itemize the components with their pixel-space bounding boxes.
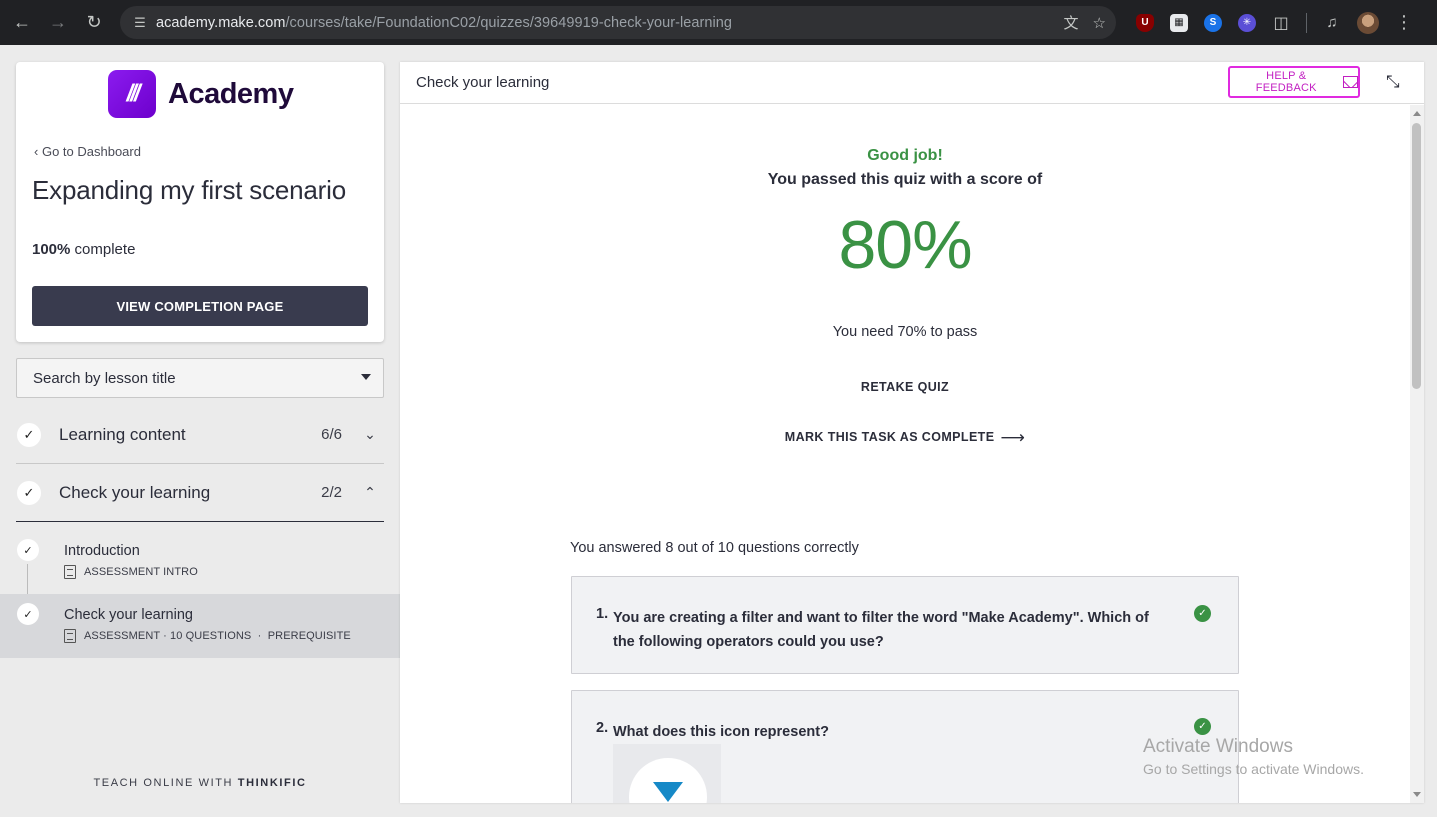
url-host: academy.make.com [156, 14, 286, 31]
scrollbar[interactable] [1410, 105, 1424, 803]
panel-header: Check your learning HELP & FEEDBACK ⤡ [400, 62, 1424, 104]
media-control-icon[interactable]: ♫ [1323, 14, 1341, 32]
correct-check-icon: ✓ [1194, 605, 1211, 622]
back-arrow-icon[interactable]: ← [4, 5, 40, 41]
bookmark-star-icon[interactable]: ☆ [1093, 14, 1106, 32]
url-path: /courses/take/FoundationC02/quizzes/3964… [285, 14, 732, 31]
retake-label: RETAKE QUIZ [860, 380, 950, 394]
watermark-subtitle: Go to Settings to activate Windows. [1143, 761, 1364, 777]
browser-toolbar: ← → ↻ ☰ academy.make.com/courses/take/Fo… [0, 0, 1437, 45]
retake-quiz-button[interactable]: RETAKE QUIZ [400, 380, 1410, 394]
lesson-check-your-learning[interactable]: ✓ Check your learning ASSESSMENT · 10 QU… [0, 594, 400, 658]
course-title: Expanding my first scenario [32, 175, 346, 205]
scrollbar-thumb[interactable] [1412, 123, 1421, 389]
shazam-extension-icon[interactable]: S [1204, 13, 1222, 32]
chapter-progress-count: 6/6 [321, 426, 342, 443]
question-text: What does this icon represent? [613, 724, 829, 740]
quiz-score: 80% [838, 207, 972, 283]
toolbar-divider [1306, 12, 1307, 33]
lesson-introduction[interactable]: ✓ Introduction ASSESSMENT INTRO [0, 530, 400, 594]
lesson-title: Check your learning [64, 607, 193, 623]
back-link-label: Go to Dashboard [41, 144, 141, 159]
forward-arrow-icon[interactable]: → [40, 5, 76, 41]
panel-title: Check your learning [416, 74, 550, 91]
check-icon: ✓ [17, 539, 39, 561]
progress-suffix: complete [74, 241, 136, 258]
lesson-search-select[interactable]: Search by lesson title [16, 358, 384, 398]
academy-logo[interactable]: /// Academy [108, 70, 294, 118]
chapter-title: Check your learning [59, 482, 211, 502]
good-job-heading: Good job! [867, 147, 943, 164]
pass-threshold-text: You need 70% to pass [832, 324, 978, 340]
qr-code-extension-icon[interactable]: ▦ [1170, 13, 1188, 32]
filter-funnel-icon [653, 782, 683, 802]
chapter-progress-count: 2/2 [321, 484, 342, 501]
help-feedback-button[interactable]: HELP & FEEDBACK [1228, 66, 1360, 98]
progress-percent: 100% [32, 241, 71, 258]
check-icon: ✓ [17, 480, 41, 505]
profile-avatar[interactable] [1357, 11, 1379, 34]
scroll-up-arrow-icon[interactable] [1413, 111, 1421, 116]
scroll-down-arrow-icon[interactable] [1413, 792, 1421, 797]
logo-text: Academy [168, 77, 294, 110]
chevron-down-icon[interactable]: ⌄ [362, 426, 378, 443]
thinkific-footer[interactable]: TEACH ONLINE WITH THINKIFIC [0, 777, 400, 789]
question-card[interactable]: 1. You are creating a filter and want to… [571, 576, 1239, 674]
quiz-panel: Check your learning HELP & FEEDBACK ⤡ Go… [400, 62, 1424, 803]
course-summary-card: /// Academy ‹ Go to Dashboard Expanding … [16, 62, 384, 342]
url-text[interactable]: academy.make.com/courses/take/Foundation… [156, 15, 732, 31]
document-icon [64, 565, 76, 579]
translate-icon[interactable]: 文 [1064, 12, 1079, 33]
address-bar[interactable]: ☰ academy.make.com/courses/take/Foundati… [120, 6, 1116, 39]
correct-check-icon: ✓ [1194, 718, 1211, 735]
course-progress: 100% complete [32, 241, 135, 258]
view-completion-page-button[interactable]: VIEW COMPLETION PAGE [32, 286, 368, 326]
mail-icon [1342, 76, 1358, 88]
check-icon: ✓ [17, 603, 39, 625]
answered-summary: You answered 8 out of 10 questions corre… [570, 540, 859, 556]
chapter-check-your-learning[interactable]: ✓ Check your learning 2/2 ⌃ [16, 464, 384, 522]
question-number: 1. [596, 606, 609, 622]
quiz-icon [64, 629, 76, 643]
make-logo-icon: /// [108, 70, 156, 118]
watermark-title: Activate Windows [1143, 736, 1293, 757]
passed-text: You passed this quiz with a score of [767, 171, 1043, 188]
question-card[interactable]: 2. What does this icon represent? ✓ [571, 690, 1239, 803]
course-sidebar: /// Academy ‹ Go to Dashboard Expanding … [0, 45, 400, 817]
chevron-up-icon[interactable]: ⌃ [362, 484, 378, 501]
chevron-left-icon: ‹ [34, 144, 39, 159]
mark-complete-button[interactable]: MARK THIS TASK AS COMPLETE ⟶ [400, 428, 1410, 448]
chapter-title: Learning content [59, 424, 186, 444]
expand-fullscreen-icon[interactable]: ⤡ [1386, 72, 1400, 92]
question-text: You are creating a filter and want to fi… [613, 610, 1149, 650]
lesson-type: ASSESSMENT · 10 QUESTIONS · PREREQUISITE [84, 630, 351, 642]
question-image [613, 744, 721, 803]
ublock-extension-icon[interactable]: U [1136, 13, 1154, 32]
mark-complete-label: MARK THIS TASK AS COMPLETE [784, 430, 995, 444]
arrow-right-icon: ⟶ [1000, 428, 1026, 447]
site-info-icon[interactable]: ☰ [124, 15, 156, 31]
chapter-learning-content[interactable]: ✓ Learning content 6/6 ⌄ [16, 406, 384, 464]
lesson-meta: ASSESSMENT INTRO [64, 565, 198, 579]
lesson-meta: ASSESSMENT · 10 QUESTIONS · PREREQUISITE [64, 629, 351, 643]
caret-down-icon [361, 374, 371, 380]
extensions-puzzle-icon[interactable]: ◫ [1272, 14, 1290, 32]
windows-activation-watermark: Activate Windows Go to Settings to activ… [1143, 736, 1364, 777]
footer-prefix: TEACH ONLINE WITH [93, 777, 234, 789]
check-icon: ✓ [17, 422, 41, 447]
footer-brand: THINKIFIC [237, 777, 307, 789]
lesson-title: Introduction [64, 543, 140, 559]
browser-menu-icon[interactable]: ⋮ [1395, 12, 1413, 33]
help-feedback-label: HELP & FEEDBACK [1255, 70, 1317, 94]
reload-icon[interactable]: ↻ [76, 5, 112, 41]
question-number: 2. [596, 720, 609, 736]
go-to-dashboard-link[interactable]: ‹ Go to Dashboard [34, 144, 141, 159]
search-placeholder: Search by lesson title [33, 369, 176, 387]
gear-extension-icon[interactable]: ✳ [1238, 13, 1256, 32]
lesson-type: ASSESSMENT INTRO [84, 566, 198, 578]
